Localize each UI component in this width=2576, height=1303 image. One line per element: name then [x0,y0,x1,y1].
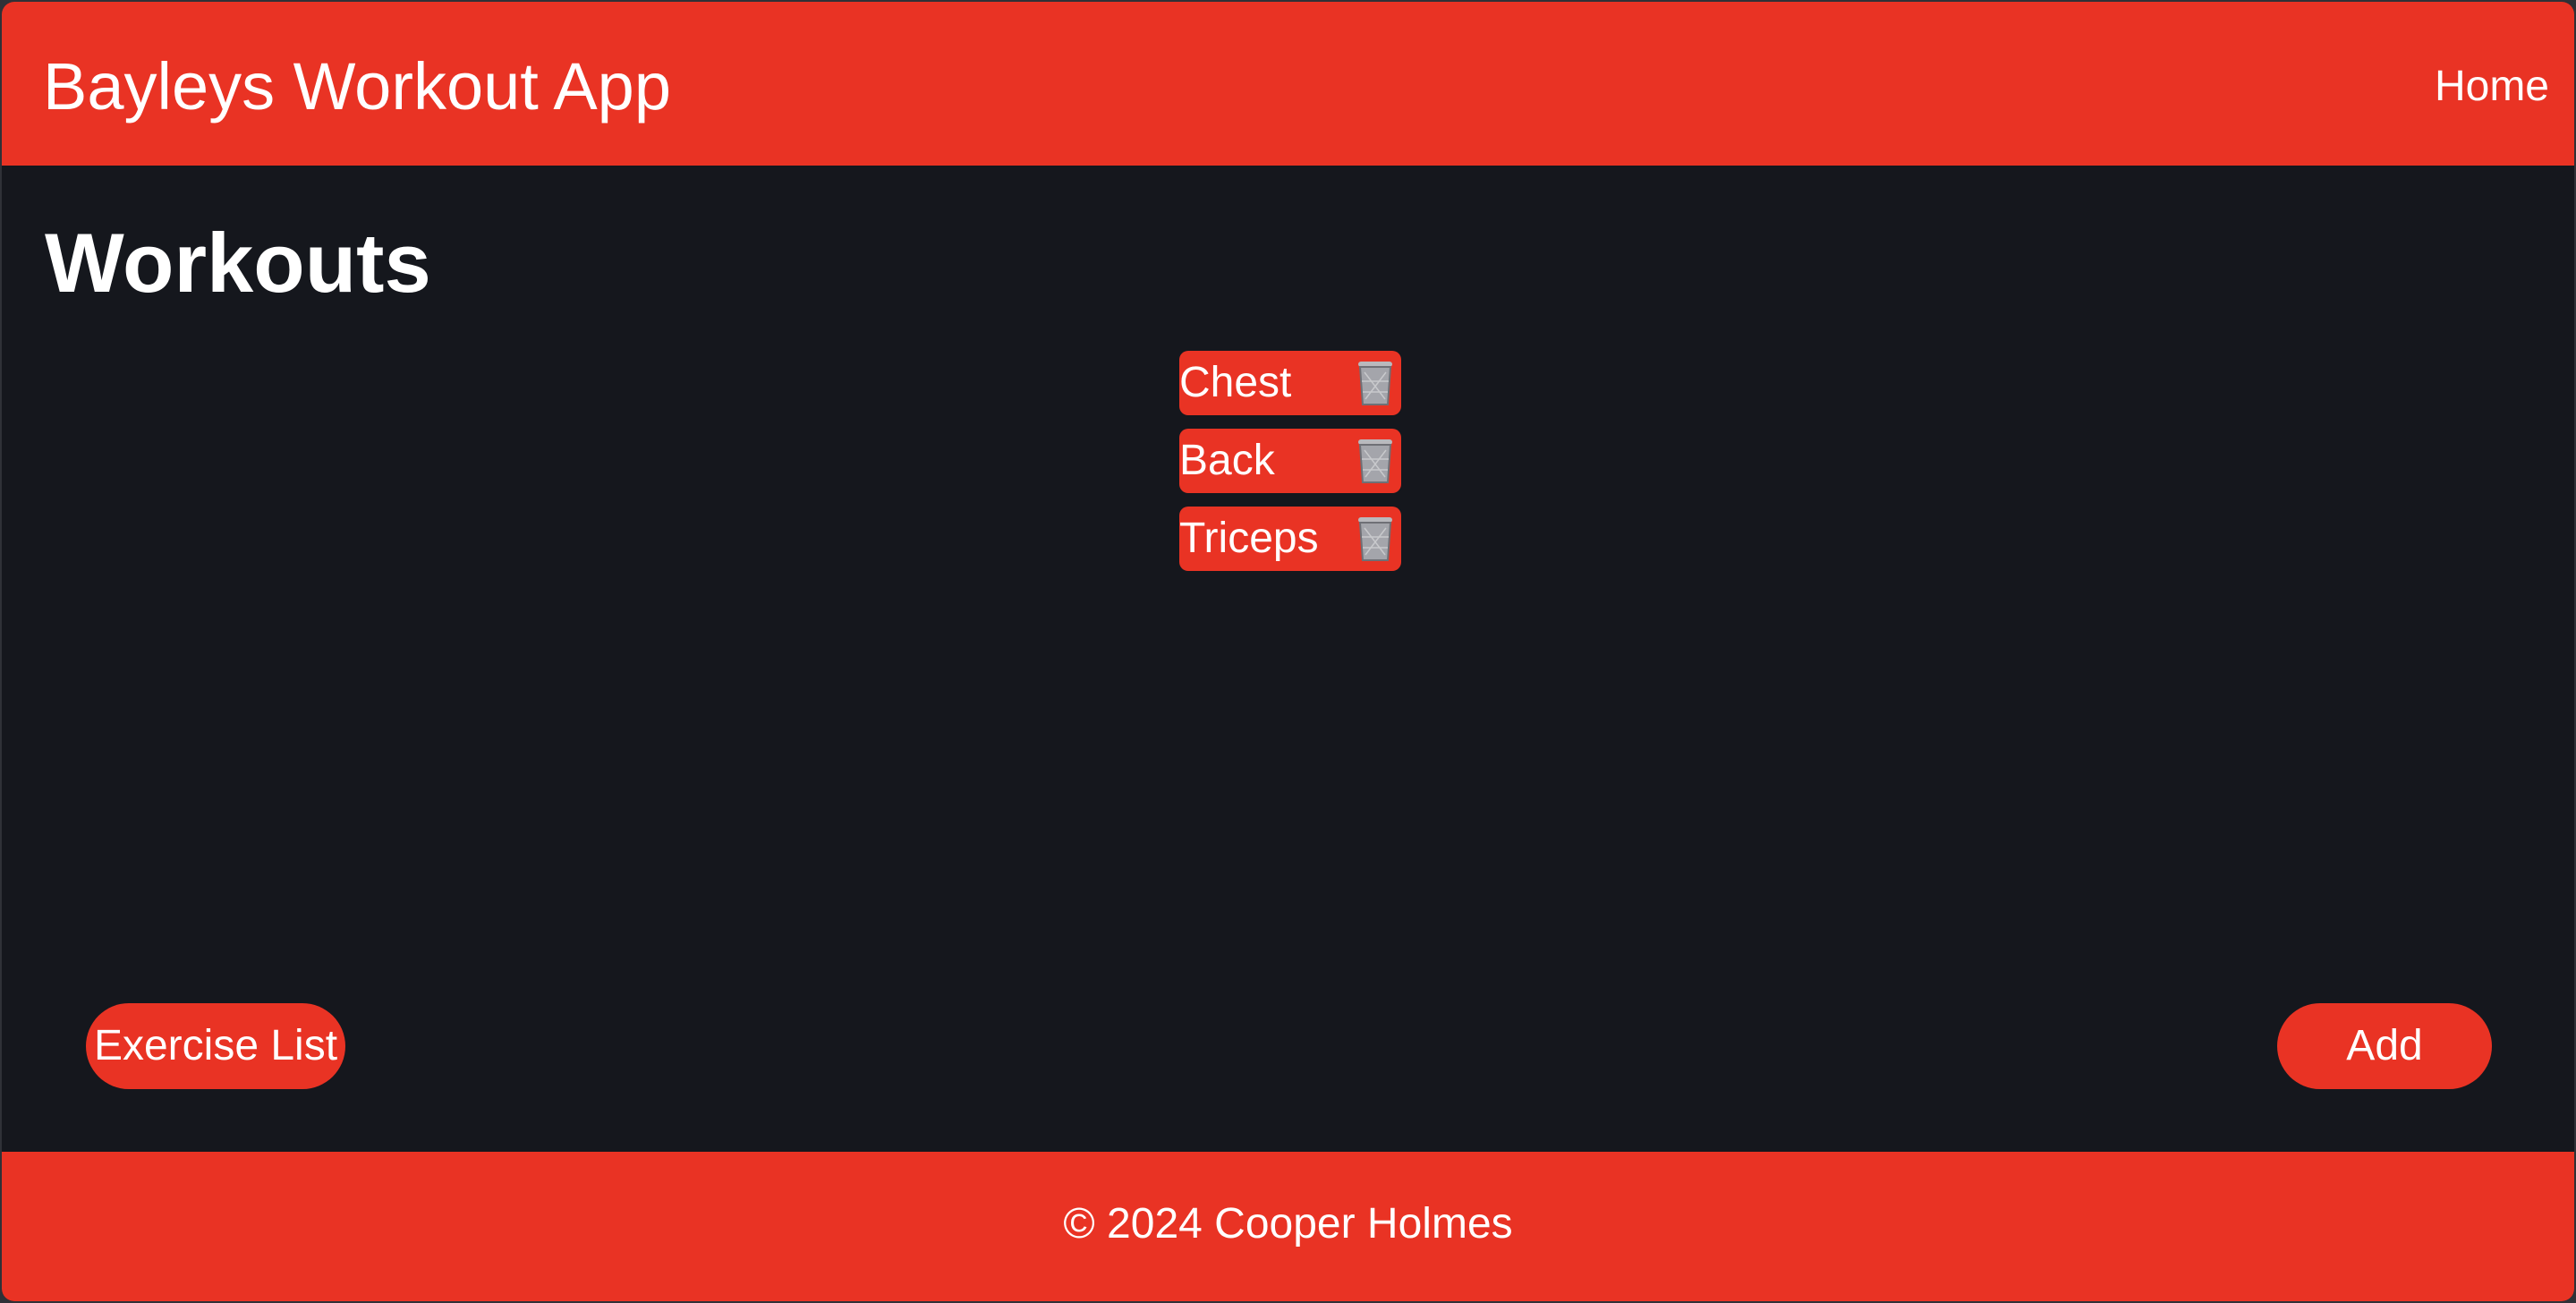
app-window: Bayleys Workout App Home Workouts Chest [2,2,2574,1301]
add-button[interactable]: Add [2277,1003,2492,1089]
workout-item-chest[interactable]: Chest [1179,351,1401,415]
trash-can-icon[interactable] [1355,515,1396,562]
page-title: Workouts [45,216,431,310]
workout-label: Back [1179,437,1275,484]
workout-label: Triceps [1179,515,1319,562]
app-header: Bayleys Workout App Home [2,2,2574,166]
trash-can-icon[interactable] [1355,360,1396,406]
trash-can-icon[interactable] [1355,438,1396,484]
main-content: Workouts Chest Back Triceps Exercise Lis… [2,166,2574,1152]
app-footer: © 2024 Cooper Holmes [2,1152,2574,1301]
workout-list: Chest Back Triceps [1179,351,1401,584]
app-title: Bayleys Workout App [43,49,671,123]
workout-label: Chest [1179,359,1292,406]
copyright-text: © 2024 Cooper Holmes [1063,1200,1513,1248]
workout-item-back[interactable]: Back [1179,429,1401,493]
workout-item-triceps[interactable]: Triceps [1179,507,1401,571]
exercise-list-button[interactable]: Exercise List [86,1003,345,1089]
nav-home-link[interactable]: Home [2435,57,2549,116]
